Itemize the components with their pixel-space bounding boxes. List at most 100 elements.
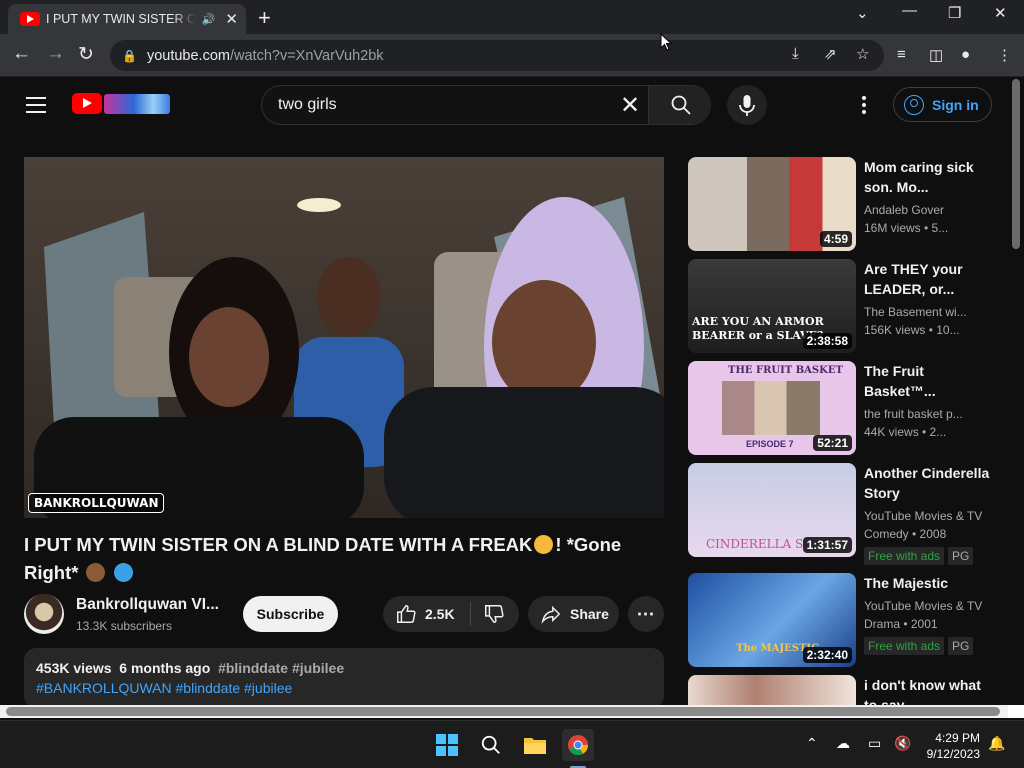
- video-thumbnail[interactable]: CINDERELLA S 1:31:57: [688, 463, 856, 557]
- upload-age: 6 months ago: [119, 660, 211, 676]
- download-icon[interactable]: ⤓: [792, 45, 799, 62]
- sidepanel-icon[interactable]: ◫: [929, 46, 943, 64]
- recommendation-channel[interactable]: YouTube Movies & TV: [864, 599, 982, 613]
- like-button[interactable]: 2.5K: [383, 602, 471, 626]
- display-icon[interactable]: ▭: [868, 735, 881, 752]
- monkey-emoji: [85, 563, 105, 582]
- menu-icon[interactable]: [26, 97, 46, 118]
- clear-search-icon[interactable]: ✕: [620, 91, 640, 120]
- vertical-scrollbar[interactable]: [1012, 79, 1020, 249]
- search-button[interactable]: [648, 86, 711, 124]
- search-box: ✕: [261, 85, 711, 125]
- subscriber-count: 13.3K subscribers: [76, 619, 173, 633]
- search-input[interactable]: [278, 94, 618, 116]
- profile-icon[interactable]: ●: [961, 46, 970, 63]
- lock-icon: 🔒: [122, 48, 137, 63]
- recommendation-title[interactable]: The Majestic: [864, 573, 994, 593]
- folder-icon[interactable]: [519, 729, 551, 761]
- browser-menu-icon[interactable]: ⋮: [997, 46, 1012, 64]
- recommendation-title[interactable]: Are THEY your LEADER, or...: [864, 259, 994, 299]
- droplets-emoji: [113, 563, 133, 582]
- youtube-logo[interactable]: [72, 93, 102, 114]
- youtube-doodle[interactable]: [104, 94, 170, 114]
- recommendation-title[interactable]: i don't know what to say: [864, 675, 994, 705]
- recommendation-channel[interactable]: the fruit basket p...: [864, 407, 963, 421]
- like-count: 2.5K: [425, 606, 455, 622]
- settings-more-icon[interactable]: [862, 96, 866, 117]
- share-button[interactable]: Share: [528, 596, 619, 632]
- bell-icon[interactable]: 🔔: [988, 735, 1005, 752]
- description-box[interactable]: 453K views 6 months ago #blinddate #jubi…: [24, 648, 664, 708]
- thumbnail-subtext: EPISODE 7: [746, 439, 794, 449]
- video-title: I PUT MY TWIN SISTER ON A BLIND DATE WIT…: [24, 531, 664, 587]
- video-thumbnail[interactable]: THE FRUIT BASKET EPISODE 7 52:21: [688, 361, 856, 455]
- like-icon: [397, 605, 416, 623]
- browser-tab[interactable]: I PUT MY TWIN SISTER ON A BLIND DATE WIT…: [8, 4, 246, 34]
- subscribe-button[interactable]: Subscribe: [243, 596, 338, 632]
- free-with-ads-badge: Free with ads: [864, 637, 945, 655]
- plus-icon[interactable]: +: [258, 5, 271, 31]
- recommendation-channel[interactable]: The Basement wi...: [864, 305, 967, 319]
- horizontal-scrollbar[interactable]: [6, 707, 1000, 716]
- recommendation-card[interactable]: THE FRUIT BASKET EPISODE 7 52:21 The Fru…: [688, 361, 998, 456]
- share-label: Share: [570, 606, 609, 622]
- chrome-icon[interactable]: [562, 729, 594, 761]
- close-window-icon[interactable]: ✕: [994, 4, 1007, 22]
- tab-title: I PUT MY TWIN SISTER ON A BLIND DATE WIT…: [46, 12, 196, 26]
- account-icon: [904, 94, 924, 115]
- reload-icon[interactable]: ↻: [78, 43, 94, 66]
- share-icon[interactable]: ⇗: [824, 45, 837, 63]
- share-icon: [541, 605, 561, 624]
- clock[interactable]: 4:29 PM 9/12/2023: [922, 730, 980, 762]
- recommendation-title[interactable]: The Fruit Basket™...: [864, 361, 994, 401]
- address-bar[interactable]: 🔒 youtube.com/watch?v=XnVarVuh2bk ⤓ ⇗ ☆: [110, 40, 884, 71]
- channel-name[interactable]: Bankrollquwan VI...: [76, 596, 226, 614]
- search-icon: [671, 95, 691, 115]
- heart-eyes-emoji: [534, 535, 554, 554]
- recommendation-card[interactable]: i don't know what to say: [688, 675, 998, 705]
- recommendation-channel[interactable]: YouTube Movies & TV: [864, 509, 982, 523]
- video-thumbnail[interactable]: The MAJESTIC 2:32:40: [688, 573, 856, 667]
- star-icon[interactable]: ☆: [856, 45, 869, 63]
- chevron-up-icon[interactable]: ⌃: [806, 735, 818, 752]
- cloud-icon[interactable]: ☁: [836, 735, 850, 752]
- rating-badge: PG: [948, 547, 974, 565]
- close-icon[interactable]: ✕: [225, 10, 238, 28]
- recommendation-channel[interactable]: Andaleb Gover: [864, 203, 944, 217]
- recommendation-card[interactable]: 4:59 Mom caring sick son. Mo... Andaleb …: [688, 157, 998, 252]
- recommendation-card[interactable]: ARE YOU AN ARMOR BEARER or a SLAVE? 2:38…: [688, 259, 998, 354]
- badge-row: Free with ads PG: [864, 637, 977, 655]
- description-tags[interactable]: #blinddate #jubilee: [218, 660, 344, 676]
- video-thumbnail[interactable]: 4:59: [688, 157, 856, 251]
- recommendation-card[interactable]: CINDERELLA S 1:31:57 Another Cinderella …: [688, 463, 998, 565]
- like-dislike-group: 2.5K: [383, 596, 519, 632]
- clock-time: 4:29 PM: [935, 731, 980, 745]
- chevron-down-icon[interactable]: ⌄: [856, 4, 869, 22]
- scroll-corner: [1008, 705, 1024, 718]
- more-actions-button[interactable]: ⋯: [628, 596, 664, 632]
- recommendation-stats: 16M views • 5...: [864, 221, 949, 235]
- description-hashtags[interactable]: #BANKROLLQUWAN #blinddate #jubilee: [36, 680, 652, 696]
- forward-icon[interactable]: →: [46, 43, 65, 65]
- minimize-icon[interactable]: —: [902, 2, 917, 19]
- volume-muted-icon[interactable]: 🔇: [894, 735, 911, 752]
- recommendation-title[interactable]: Mom caring sick son. Mo...: [864, 157, 994, 197]
- windows-icon[interactable]: [431, 729, 463, 761]
- video-thumbnail[interactable]: ARE YOU AN ARMOR BEARER or a SLAVE? 2:38…: [688, 259, 856, 353]
- recommendation-card[interactable]: The MAJESTIC 2:32:40 The Majestic YouTub…: [688, 573, 998, 668]
- back-icon[interactable]: ←: [12, 43, 31, 65]
- search-icon[interactable]: [475, 729, 507, 761]
- video-thumbnail[interactable]: [688, 675, 856, 705]
- recommendation-stats: Drama • 2001: [864, 617, 938, 631]
- voice-search-button[interactable]: [727, 85, 767, 125]
- duration-badge: 4:59: [819, 231, 852, 247]
- mic-icon: [739, 95, 755, 116]
- sign-in-button[interactable]: Sign in: [893, 87, 992, 122]
- speaker-icon[interactable]: 🔊: [202, 13, 216, 26]
- media-icon[interactable]: ≡: [897, 46, 906, 63]
- dislike-button[interactable]: [471, 603, 517, 625]
- recommendation-title[interactable]: Another Cinderella Story: [864, 463, 994, 503]
- video-player[interactable]: BANKROLLQUWAN: [24, 157, 664, 518]
- channel-avatar[interactable]: [24, 594, 64, 634]
- restore-icon[interactable]: ❐: [948, 4, 961, 22]
